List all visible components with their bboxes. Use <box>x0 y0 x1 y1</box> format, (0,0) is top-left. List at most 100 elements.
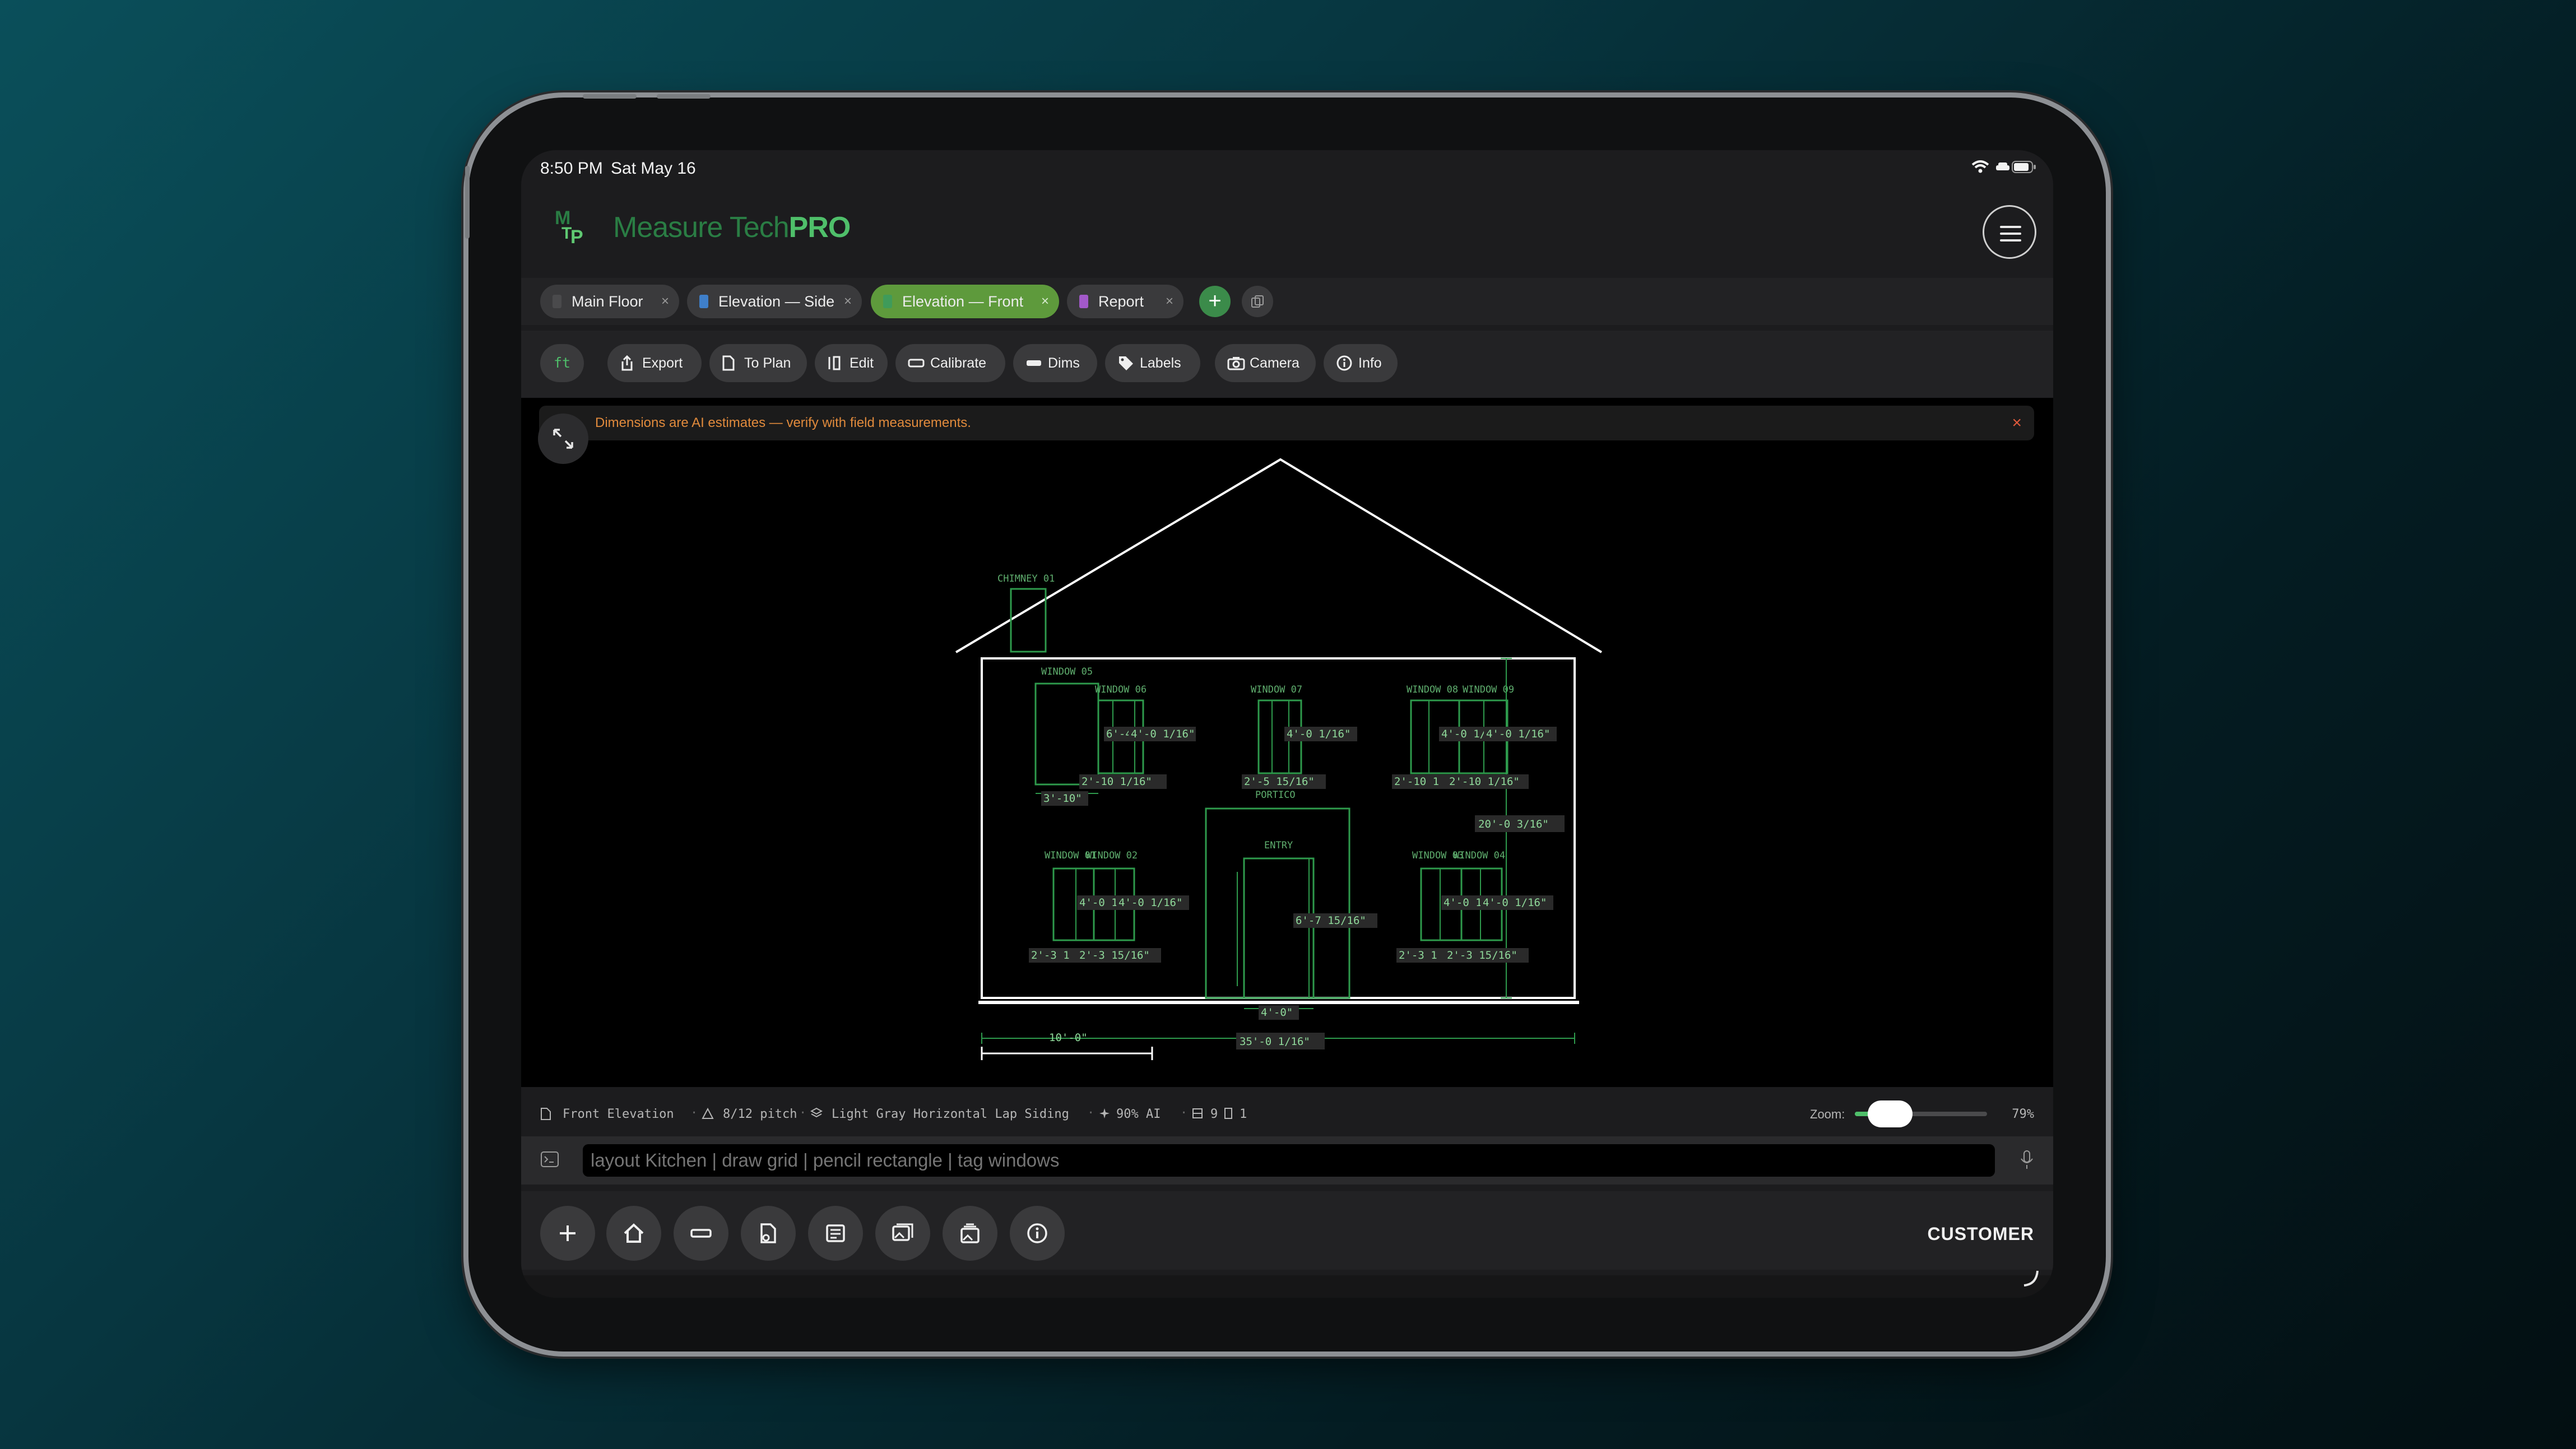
dim-label: 4'-0 1/16" <box>1486 728 1550 740</box>
dim-label: 4'-0 1 <box>1444 897 1482 909</box>
info-button[interactable]: Info <box>1324 344 1398 382</box>
dim-label: 4'-0 1/16" <box>1118 897 1182 909</box>
window-05[interactable]: WINDOW 05 <box>1034 666 1099 786</box>
window-04[interactable]: WINDOW 04 <box>1454 850 1505 941</box>
gallery-button[interactable] <box>875 1206 930 1261</box>
notes-button[interactable] <box>808 1206 863 1261</box>
dim-label: 4'-0 1/16" <box>1131 728 1195 740</box>
svg-text:WINDOW 07: WINDOW 07 <box>1251 684 1302 695</box>
tab-report[interactable]: Report × <box>1067 285 1183 318</box>
roof-pitch: 8/12 pitch <box>723 1107 797 1121</box>
zoom-label: Zoom: <box>1810 1107 1845 1121</box>
zoom-slider[interactable] <box>1855 1100 1987 1127</box>
scale-bar <box>981 1047 1153 1060</box>
menu-button[interactable] <box>1983 205 2036 259</box>
labels-button[interactable]: Labels <box>1105 344 1200 382</box>
logo-icon: M T P <box>555 207 583 244</box>
dims-button[interactable]: Dims <box>1013 344 1097 382</box>
image-stack-icon <box>960 1223 980 1243</box>
dim-label: 2'-3 15/16" <box>1447 949 1517 962</box>
app-header: M T P Measure TechPRO <box>521 194 2053 259</box>
svg-text:WINDOW 02: WINDOW 02 <box>1086 850 1138 861</box>
camera-button[interactable]: Camera <box>1215 344 1316 382</box>
ruler-icon <box>690 1229 712 1238</box>
status-time: 8:50 PM <box>540 159 603 178</box>
unit-toggle[interactable]: ft <box>540 344 584 382</box>
tab-main-floor[interactable]: Main Floor × <box>540 285 679 318</box>
drawing-info-bar: Front Elevation · 8/12 pitch · Light Gra… <box>521 1097 2053 1131</box>
door-icon <box>1224 1108 1232 1119</box>
dim-label: 4'-0" <box>1261 1006 1293 1019</box>
ruler-icon <box>908 359 925 368</box>
window-count: 9 <box>1210 1107 1218 1121</box>
window-02[interactable]: WINDOW 02 <box>1086 850 1138 941</box>
app-screen: 8:50 PM Sat May 16 M T P Measure TechPRO <box>521 150 2053 1298</box>
close-icon[interactable]: × <box>661 285 669 318</box>
close-icon[interactable]: × <box>1166 285 1173 318</box>
elevation-drawing: CHIMNEY 01 WINDOW 05 WINDOW 06 WINDOW 07… <box>955 458 1603 1060</box>
top-button <box>657 94 711 99</box>
add-button[interactable] <box>540 1206 595 1261</box>
edit-button[interactable]: Edit <box>815 344 888 382</box>
document-tabs: Main Floor × Elevation — Side × Elevation … <box>521 278 2053 325</box>
window-icon <box>1192 1108 1203 1118</box>
calibrate-button[interactable]: Calibrate <box>895 344 1005 382</box>
bottom-bar: CUSTOMER <box>521 1191 2053 1270</box>
dim-label: 2'-3 1 <box>1031 949 1070 962</box>
layers-icon <box>810 1107 823 1118</box>
volume-up-button <box>583 94 637 99</box>
svg-text:WINDOW 06: WINDOW 06 <box>1095 684 1147 695</box>
drawing-canvas[interactable]: Dimensions are AI estimates — verify wit… <box>521 398 2053 1087</box>
command-input[interactable] <box>583 1144 1995 1177</box>
portico[interactable]: PORTICO <box>1205 789 1350 999</box>
roof-line[interactable] <box>955 458 1603 653</box>
dim-label: 2'-10 1/16" <box>1082 775 1152 788</box>
resize-corner-icon <box>2023 1270 2039 1287</box>
tab-elevation-front[interactable]: Elevation — Front × <box>871 285 1059 318</box>
dimension-icon <box>1027 360 1041 366</box>
measure-button[interactable] <box>674 1206 728 1261</box>
plus-icon <box>560 1225 575 1241</box>
tab-elevation-side[interactable]: Elevation — Side × <box>687 285 862 318</box>
list-icon <box>826 1224 845 1242</box>
camera-icon <box>1227 357 1245 370</box>
dim-label: 4'-0 1/16" <box>1287 728 1350 740</box>
export-button[interactable]: Export <box>607 344 702 382</box>
car-icon <box>1996 162 2009 170</box>
zoom-slider-handle[interactable] <box>1867 1100 1913 1127</box>
chimney[interactable] <box>1010 588 1047 653</box>
terminal-icon[interactable] <box>540 1151 559 1168</box>
svg-text:WINDOW 05: WINDOW 05 <box>1041 666 1093 677</box>
about-button[interactable] <box>1010 1206 1065 1261</box>
dim-label: 2'-3 1 <box>1399 949 1437 962</box>
close-icon[interactable]: × <box>844 285 852 318</box>
microphone-icon[interactable] <box>2020 1150 2034 1170</box>
document-icon <box>1079 295 1088 308</box>
window-03[interactable]: WINDOW 03 <box>1412 850 1464 941</box>
view-name: Front Elevation <box>563 1107 674 1121</box>
copy-icon <box>1251 295 1264 308</box>
scan-document-button[interactable] <box>741 1206 796 1261</box>
dim-label: 4'-0 1/16" <box>1483 897 1547 909</box>
battery-icon <box>2012 161 2036 173</box>
status-bar: 8:50 PM Sat May 16 <box>521 150 2053 187</box>
dim-label: 4'-0 1/ <box>1441 728 1486 740</box>
to-plan-button[interactable]: To Plan <box>709 344 807 382</box>
close-icon[interactable]: × <box>1041 285 1049 318</box>
roof-pitch-icon <box>702 1107 714 1119</box>
add-tab-button[interactable]: + <box>1199 286 1231 317</box>
dim-label: 3'-10" <box>1043 792 1082 805</box>
ai-confidence: 90% AI <box>1116 1107 1161 1121</box>
photo-library-button[interactable] <box>943 1206 997 1261</box>
duplicate-tab-button[interactable] <box>1242 286 1273 317</box>
door-count: 1 <box>1240 1107 1247 1121</box>
customer-button[interactable]: CUSTOMER <box>1927 1224 2034 1244</box>
share-icon <box>621 355 633 371</box>
svg-text:WINDOW 04: WINDOW 04 <box>1454 850 1505 861</box>
dim-label: 6'-7 15/16" <box>1296 914 1366 927</box>
svg-text:WINDOW 08: WINDOW 08 <box>1407 684 1458 695</box>
home-button[interactable] <box>606 1206 661 1261</box>
siding-material: Light Gray Horizontal Lap Siding <box>832 1107 1069 1121</box>
window-01[interactable]: WINDOW 01 <box>1045 850 1096 941</box>
svg-text:PORTICO: PORTICO <box>1255 789 1296 801</box>
